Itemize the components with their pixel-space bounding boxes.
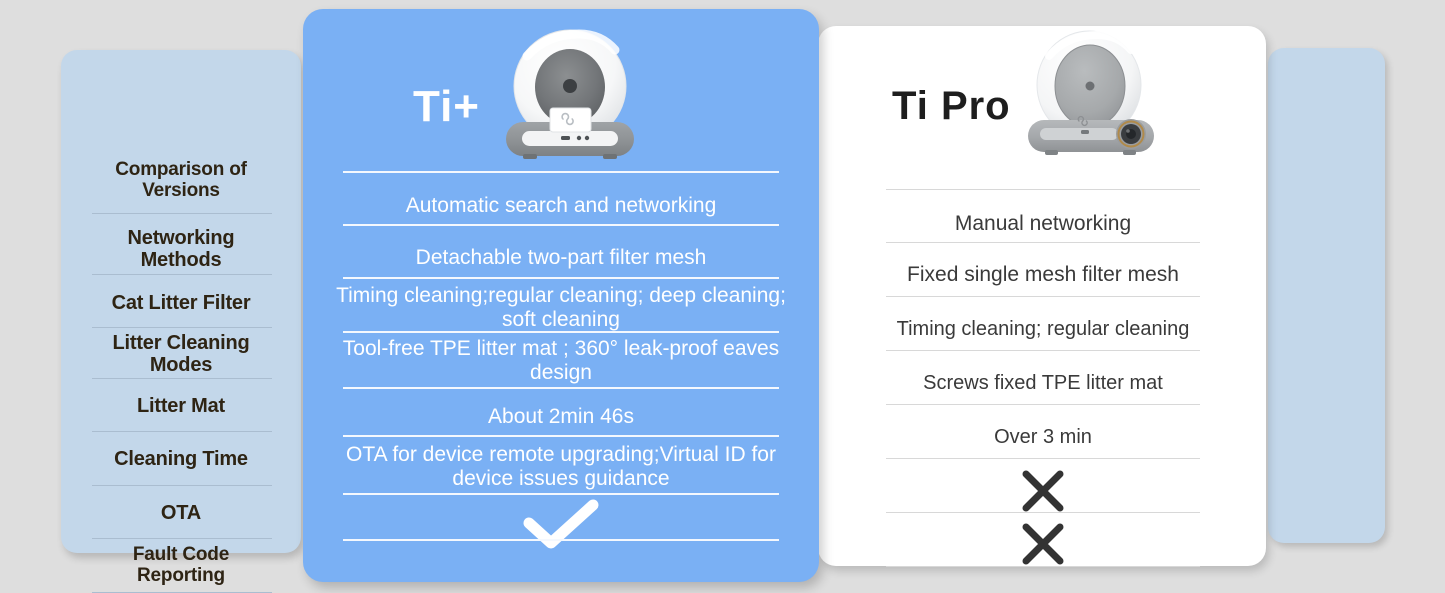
check-icon [520, 498, 602, 550]
column-title-ti-plus: Ti+ [413, 82, 481, 131]
product-image-ti-pro [1023, 28, 1159, 160]
feature-label-ota: OTA [160, 501, 202, 524]
row-divider [92, 378, 272, 379]
feature-label-cat-litter-filter: Cat Litter Filter [111, 291, 251, 314]
value-text: Automatic search and networking [405, 194, 717, 218]
row-divider [92, 485, 272, 486]
feature-label-cleaning-time-row: Cleaning Time [91, 442, 271, 476]
value-cell-ti-pro [866, 466, 1220, 516]
value-text: Over 3 min [994, 425, 1092, 448]
feature-label-column: Comparison of Versions Networking Methods… [61, 50, 301, 593]
value-cell-ti-pro: Fixed single mesh filter mesh [866, 255, 1220, 295]
value-text: Screws fixed TPE litter mat [923, 371, 1163, 394]
value-cell-ti-plus: OTA for device remote upgrading;Virtual … [329, 442, 793, 492]
value-text: Fixed single mesh filter mesh [907, 262, 1179, 286]
feature-label-networking-methods: Networking Methods [127, 226, 235, 271]
decorative-right-panel [1268, 48, 1385, 543]
value-text: Timing cleaning;regular cleaning; deep c… [336, 284, 786, 331]
row-divider [92, 538, 272, 539]
row-divider [343, 539, 779, 541]
feature-label-networking-methods-row: Networking Methods [91, 227, 271, 271]
value-text: OTA for device remote upgrading;Virtual … [346, 443, 776, 490]
value-cell-ti-plus: Automatic search and networking [329, 186, 793, 226]
row-divider [343, 171, 779, 173]
value-text: Detachable two-part filter mesh [415, 246, 707, 270]
value-cell-ti-pro [866, 519, 1220, 569]
comparison-title-row: Comparison of Versions [91, 155, 271, 205]
row-divider [886, 242, 1200, 243]
cross-icon [1018, 519, 1068, 569]
value-cell-ti-pro: Manual networking [866, 204, 1220, 244]
row-divider [343, 277, 779, 279]
comparison-title: Comparison of Versions [115, 158, 247, 201]
feature-label-litter-cleaning-modes-row: Litter Cleaning Modes [91, 331, 271, 376]
value-cell-ti-plus: About 2min 46s [329, 397, 793, 437]
row-divider [343, 493, 779, 495]
value-cell-ti-plus: Tool-free TPE litter mat ; 360° leak-pro… [329, 336, 793, 386]
product-image-ti-plus [497, 26, 643, 166]
row-divider [886, 512, 1200, 513]
value-cell-ti-plus: Timing cleaning;regular cleaning; deep c… [329, 283, 793, 333]
row-divider [886, 458, 1200, 459]
feature-label-fault-code-reporting-row: Fault Code Reporting [91, 544, 271, 586]
feature-label-ota-row: OTA [91, 496, 271, 530]
value-cell-ti-pro: Screws fixed TPE litter mat [866, 363, 1220, 403]
column-title-ti-pro: Ti Pro [892, 84, 1011, 128]
row-divider [92, 431, 272, 432]
row-divider [886, 189, 1200, 190]
value-text: Manual networking [954, 211, 1132, 235]
row-divider [886, 404, 1200, 405]
feature-label-cleaning-time: Cleaning Time [114, 447, 248, 470]
value-cell-ti-pro: Over 3 min [866, 417, 1220, 457]
feature-label-litter-mat: Litter Mat [136, 394, 225, 417]
row-divider [886, 296, 1200, 297]
row-divider [343, 387, 779, 389]
value-text: Tool-free TPE litter mat ; 360° leak-pro… [342, 337, 780, 384]
feature-label-fault-code-reporting: Fault Code Reporting [132, 543, 230, 586]
value-text: Timing cleaning; regular cleaning [896, 317, 1190, 340]
row-divider [343, 224, 779, 226]
row-divider [343, 331, 779, 333]
value-cell-ti-pro: Timing cleaning; regular cleaning [866, 309, 1220, 349]
comparison-table: Comparison of Versions Networking Methods… [0, 0, 1445, 593]
row-divider [92, 213, 272, 214]
row-divider [343, 435, 779, 437]
row-divider [92, 274, 272, 275]
value-text: About 2min 46s [488, 405, 634, 429]
row-divider [92, 327, 272, 328]
row-divider [886, 566, 1200, 567]
value-cell-ti-plus [329, 499, 793, 549]
feature-label-litter-mat-row: Litter Mat [91, 389, 271, 423]
feature-label-litter-cleaning-modes: Litter Cleaning Modes [112, 331, 250, 376]
value-cell-ti-plus: Detachable two-part filter mesh [329, 238, 793, 278]
row-divider [886, 350, 1200, 351]
feature-label-cat-litter-filter-row: Cat Litter Filter [91, 286, 271, 320]
cross-icon [1018, 466, 1068, 516]
